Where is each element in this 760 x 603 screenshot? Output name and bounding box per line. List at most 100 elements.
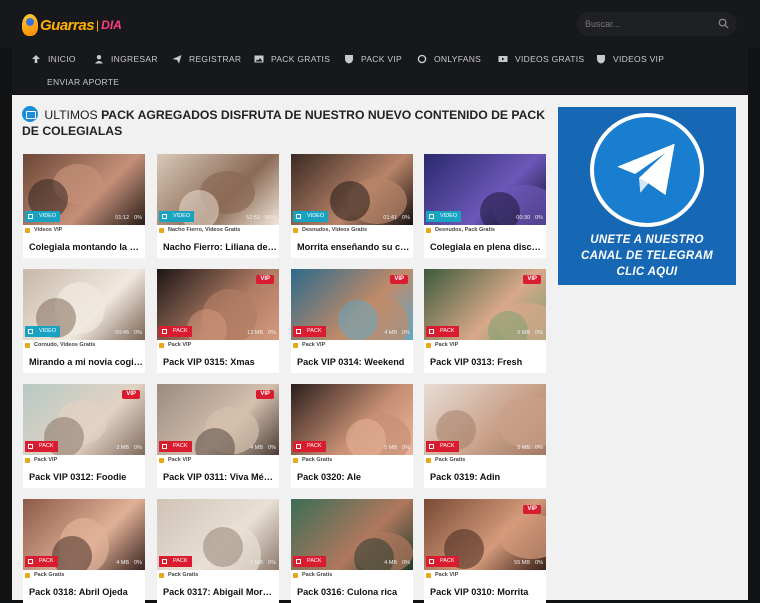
post-card[interactable]: Pack 4 MB 0% Pack Gratis Pack 0318: Abril Oj… xyxy=(23,499,145,603)
post-categories[interactable]: Nacho Fierro, Videos Gratis xyxy=(159,227,277,233)
folder-icon xyxy=(159,227,164,233)
post-card[interactable]: VIP Pack 5 MB 0% Pack VIP Pack VIP 0313: Fres… xyxy=(424,269,546,373)
post-card[interactable]: Pack 5 MB 0% Pack Gratis Pack 0319: Adin xyxy=(424,384,546,488)
post-categories[interactable]: Desnudos, Videos Gratis xyxy=(293,227,411,233)
post-title[interactable]: Pack VIP 0311: Viva México xyxy=(163,472,277,482)
search-input[interactable] xyxy=(585,15,710,33)
shield-icon xyxy=(345,55,353,64)
image-icon xyxy=(429,329,434,334)
post-thumbnail[interactable]: Pack 1 MB 0% xyxy=(157,499,279,570)
post-title[interactable]: Pack VIP 0312: Foodie xyxy=(29,472,143,482)
image-icon xyxy=(429,559,434,564)
post-categories[interactable]: Pack VIP xyxy=(25,457,143,463)
arrow-up-icon xyxy=(32,55,40,63)
post-categories[interactable]: Pack Gratis xyxy=(25,572,143,578)
post-card[interactable]: Pack 1 MB 0% Pack Gratis Pack 0317: Abigail … xyxy=(157,499,279,603)
post-title[interactable]: Pack VIP 0310: Morrita xyxy=(430,587,544,597)
post-thumbnail[interactable]: Video 01:12 0% xyxy=(23,154,145,225)
post-card[interactable]: Video 00:45 0% Cornudo, Videos Gratis Mirand… xyxy=(23,269,145,373)
post-categories-text: Pack VIP xyxy=(435,572,459,578)
post-categories[interactable]: Pack VIP xyxy=(426,342,544,348)
post-categories[interactable]: Pack VIP xyxy=(159,342,277,348)
post-size: 5 MB xyxy=(384,445,398,451)
vip-badge: VIP xyxy=(256,275,274,284)
section-title-light: Ultimos xyxy=(44,108,98,122)
post-card[interactable]: Video 01:12 0% Videos VIP Colegiala montando… xyxy=(23,154,145,258)
post-thumbnail[interactable]: Video 01:41 0% xyxy=(291,154,413,225)
post-card[interactable]: Video 01:41 0% Desnudos, Videos Gratis Morri… xyxy=(291,154,413,258)
post-thumbnail[interactable]: VIP Pack 13 MB 0% xyxy=(157,269,279,340)
post-title[interactable]: Morrita enseñando su culo xyxy=(297,242,411,252)
post-categories[interactable]: Desnudos, Pack Gratis xyxy=(426,227,544,233)
post-title[interactable]: Pack 0320: Ale xyxy=(297,472,411,482)
video-icon xyxy=(429,214,434,219)
nav-item-pack-gratis[interactable]: Pack Gratis xyxy=(254,49,330,69)
post-title[interactable]: Pack VIP 0314: Weekend xyxy=(297,357,411,367)
post-categories[interactable]: Videos VIP xyxy=(25,227,143,233)
post-categories[interactable]: Pack VIP xyxy=(426,572,544,578)
post-card[interactable]: Pack 4 MB 0% Pack Gratis Pack 0316: Culona r… xyxy=(291,499,413,603)
post-title[interactable]: Pack 0316: Culona rica xyxy=(297,587,411,597)
post-title[interactable]: Pack 0317: Abigail Moreno xyxy=(163,587,277,597)
post-type-badge: Video xyxy=(159,211,195,222)
post-rating: 0% xyxy=(535,445,543,451)
post-title[interactable]: Pack VIP 0313: Fresh xyxy=(430,357,544,367)
post-categories[interactable]: Pack VIP xyxy=(293,342,411,348)
post-thumbnail[interactable]: Video 00:45 0% xyxy=(23,269,145,340)
post-title[interactable]: Colegiala montando la verga xyxy=(29,242,143,252)
post-rating: 0% xyxy=(268,560,276,566)
post-card[interactable]: VIP Pack 3 MB 0% Pack VIP Pack VIP 0312: Food… xyxy=(23,384,145,488)
post-thumbnail[interactable]: Pack 5 MB 0% xyxy=(424,384,546,455)
post-thumbnail[interactable]: VIP Pack 4 MB 0% xyxy=(157,384,279,455)
main-content: Ultimos Pack agregados disfruta de nuest… xyxy=(12,95,748,603)
post-card[interactable]: Pack 5 MB 0% Pack Gratis Pack 0320: Ale xyxy=(291,384,413,488)
post-title[interactable]: Pack VIP 0315: Xmas xyxy=(163,357,277,367)
post-thumbnail[interactable]: Video 52:53 89% xyxy=(157,154,279,225)
logo-text-secondary: DIA xyxy=(101,18,122,32)
post-title[interactable]: Pack 0319: Adin xyxy=(430,472,544,482)
post-thumbnail[interactable]: Pack 4 MB 0% xyxy=(291,499,413,570)
post-title[interactable]: Pack 0318: Abril Ojeda xyxy=(29,587,143,597)
post-card[interactable]: VIP Pack 13 MB 0% Pack VIP Pack VIP 0315: Xma… xyxy=(157,269,279,373)
nav-item-inicio[interactable]: Inicio xyxy=(31,49,76,69)
post-categories[interactable]: Pack Gratis xyxy=(293,572,411,578)
post-thumbnail[interactable]: VIP Pack 4 MB 0% xyxy=(291,269,413,340)
post-thumbnail[interactable]: VIP Pack 5 MB 0% xyxy=(424,269,546,340)
search-icon[interactable] xyxy=(718,18,729,29)
nav-item-onlyfans[interactable]: OnlyFans xyxy=(417,49,481,69)
post-card[interactable]: VIP Pack 55 MB 0% Pack VIP Pack VIP 0310: Mor… xyxy=(424,499,546,603)
post-card[interactable]: Video 00:30 0% Desnudos, Pack Gratis Colegia… xyxy=(424,154,546,258)
post-card[interactable]: VIP Pack 4 MB 0% Pack VIP Pack VIP 0311: Viva… xyxy=(157,384,279,488)
post-thumbnail[interactable]: VIP Pack 3 MB 0% xyxy=(23,384,145,455)
nav-item-enviar-aporte[interactable]: Enviar Aporte xyxy=(47,72,119,92)
folder-icon xyxy=(293,342,298,348)
post-categories[interactable]: Pack Gratis xyxy=(293,457,411,463)
post-meta: 00:30 0% xyxy=(516,215,543,221)
nav-item-videos-vip[interactable]: Videos VIP xyxy=(596,49,664,69)
post-thumbnail[interactable]: VIP Pack 55 MB 0% xyxy=(424,499,546,570)
post-thumbnail[interactable]: Pack 5 MB 0% xyxy=(291,384,413,455)
search-box xyxy=(577,12,737,36)
post-title[interactable]: Mirando a mi novia cogiendo xyxy=(29,357,143,367)
nav-item-label: Enviar Aporte xyxy=(47,77,120,87)
post-size: 4 MB xyxy=(384,560,398,566)
post-categories[interactable]: Pack VIP xyxy=(159,457,277,463)
post-categories[interactable]: Pack Gratis xyxy=(159,572,277,578)
nav-item-ingresar[interactable]: Ingresar xyxy=(94,49,158,69)
post-categories[interactable]: Pack Gratis xyxy=(426,457,544,463)
post-title[interactable]: Colegiala en plena discoteca xyxy=(430,242,544,252)
post-thumbnail[interactable]: Video 00:30 0% xyxy=(424,154,546,225)
site-logo[interactable]: Guarras | DIA xyxy=(22,12,122,38)
post-title[interactable]: Nacho Fierro: Liliana de Brasil xyxy=(163,242,277,252)
post-meta: 1 MB 0% xyxy=(250,560,276,566)
post-card[interactable]: Video 52:53 89% Nacho Fierro, Videos Gratis… xyxy=(157,154,279,258)
nav-item-registrar[interactable]: Registrar xyxy=(172,49,241,69)
post-card[interactable]: VIP Pack 4 MB 0% Pack VIP Pack VIP 0314: Week… xyxy=(291,269,413,373)
post-thumbnail[interactable]: Pack 4 MB 0% xyxy=(23,499,145,570)
telegram-banner[interactable]: Unete a nuestro canal de telegram clic a… xyxy=(558,107,736,285)
nav-item-videos-gratis[interactable]: Videos Gratis xyxy=(498,49,584,69)
post-size: 13 MB xyxy=(247,330,264,336)
nav-item-pack-vip[interactable]: Pack VIP xyxy=(344,49,402,69)
post-categories[interactable]: Cornudo, Videos Gratis xyxy=(25,342,143,348)
vip-badge: VIP xyxy=(256,390,274,399)
